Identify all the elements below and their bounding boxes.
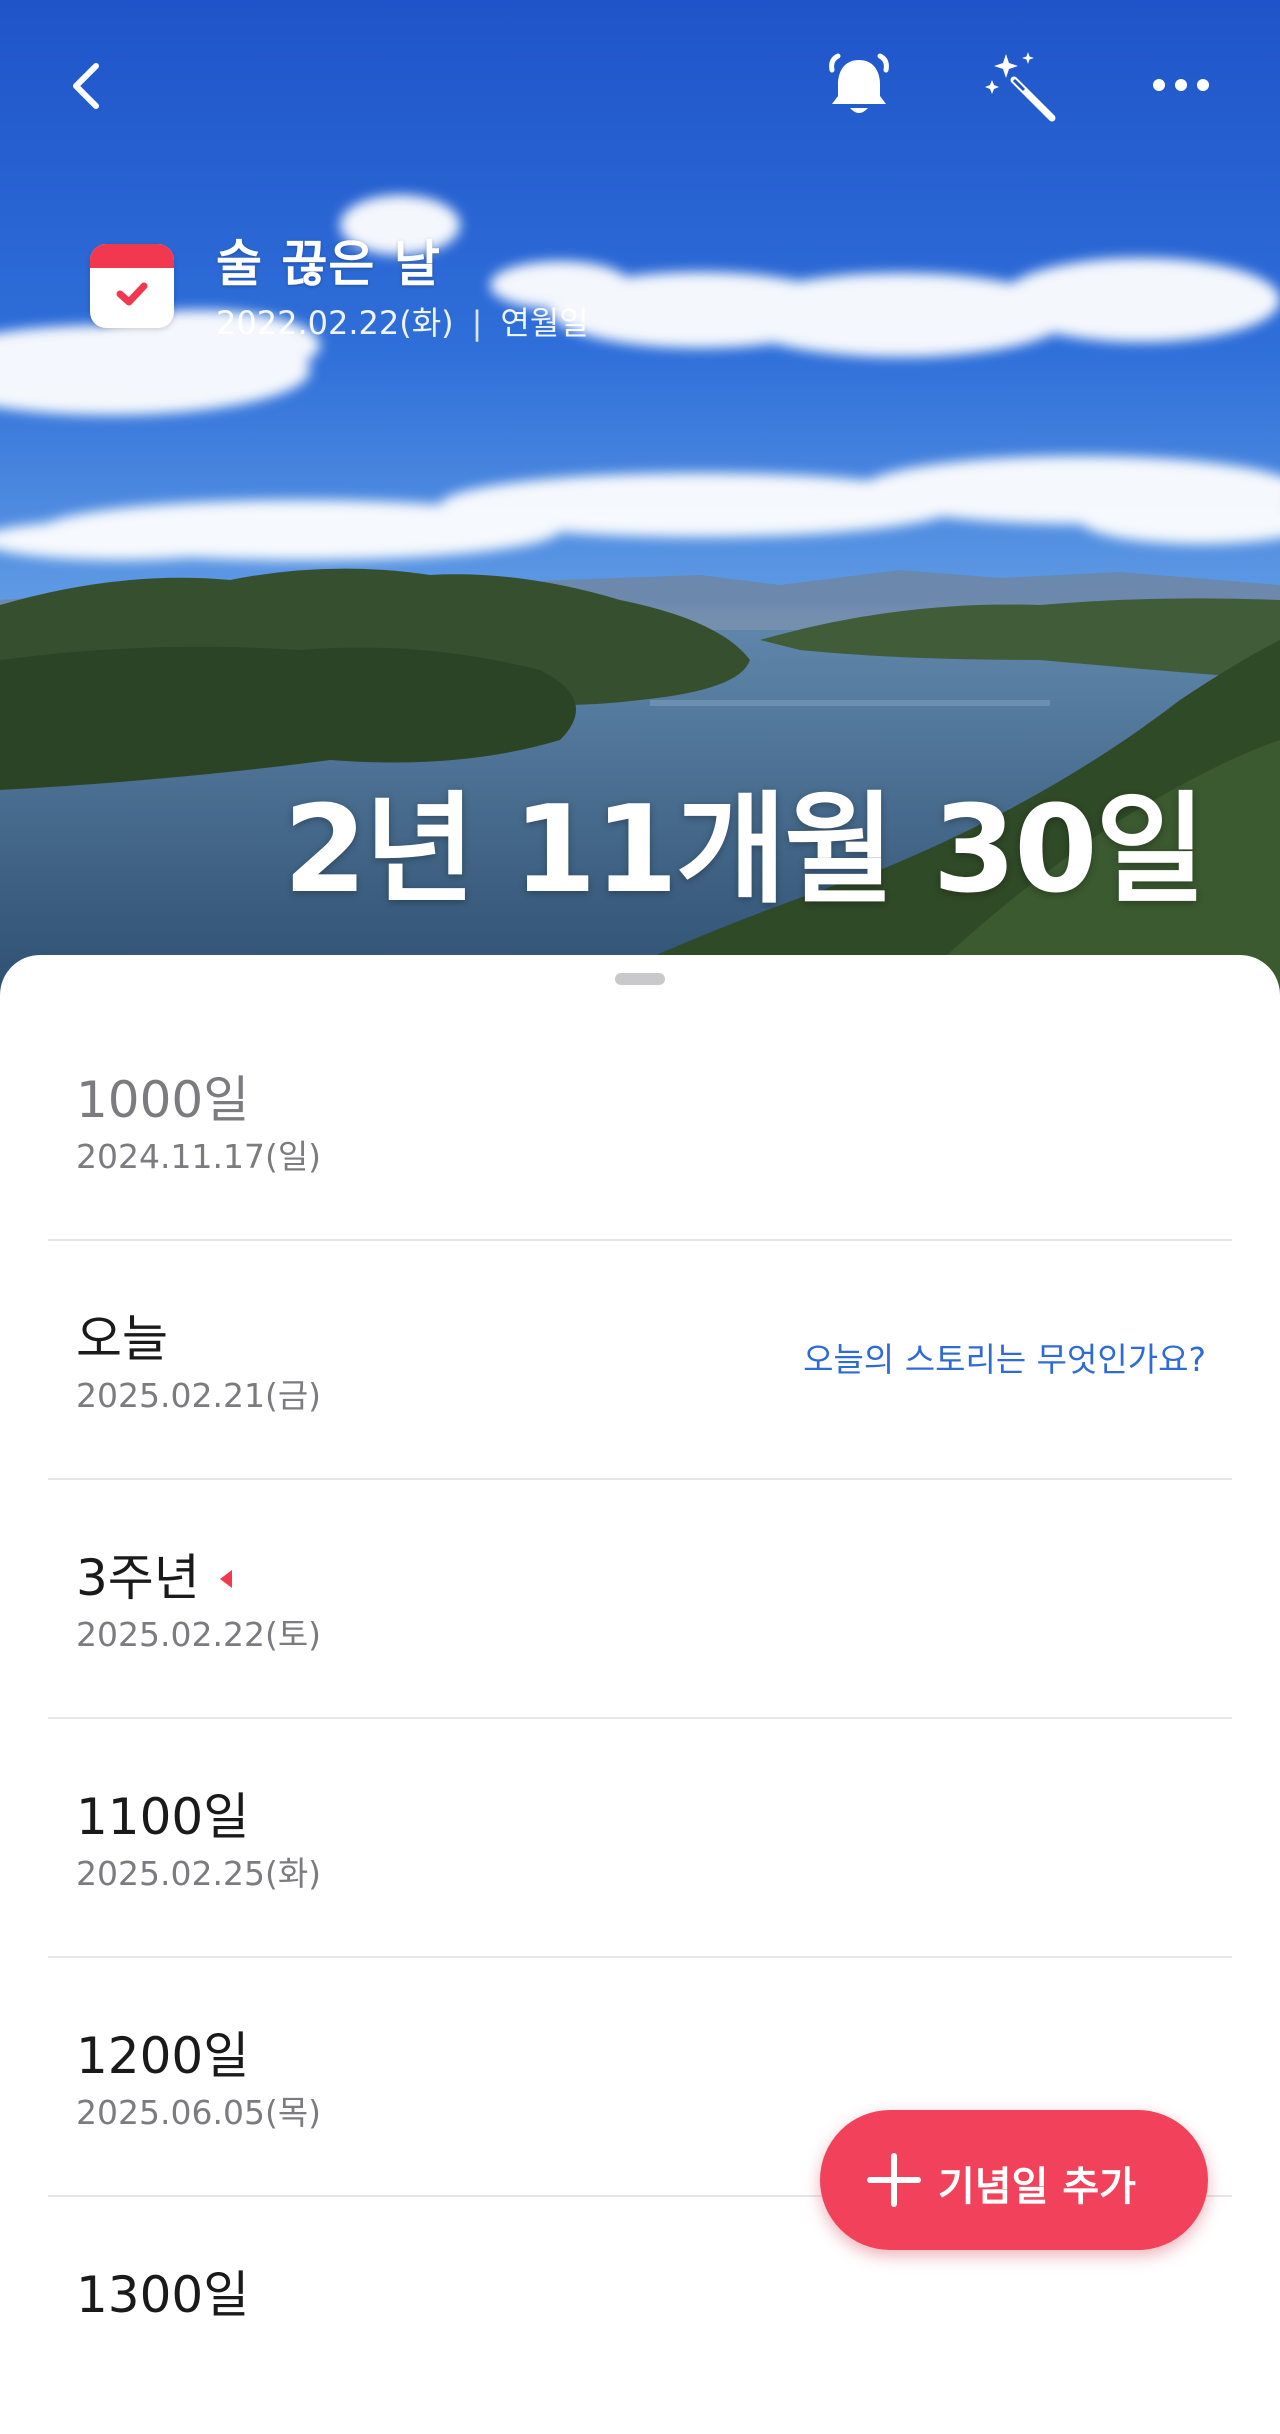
chevron-left-icon[interactable] [62, 56, 110, 116]
event-start-date: 2022.02.22(화) [216, 304, 454, 342]
milestone-date: 2025.02.25(화) [76, 1854, 322, 1893]
magic-wand-icon[interactable] [984, 50, 1060, 126]
today-story-link[interactable]: 오늘의 스토리는 무엇인가요? [803, 1333, 1206, 1381]
milestone-label: 오늘 [76, 1310, 168, 1368]
alarm-bell-icon[interactable] [822, 50, 896, 124]
event-title[interactable]: 술 끊은 날 [216, 224, 441, 296]
hero-banner: 술 끊은 날 2022.02.22(화) | 연월일 2년 11개월 30일 [0, 0, 1280, 1000]
milestone-label-wrap: 3주년 [76, 1538, 234, 1610]
add-anniversary-label: 기념일 추가 [938, 2164, 1136, 2210]
milestone-date: 2025.02.21(금) [76, 1376, 322, 1415]
plus-icon [867, 2153, 921, 2207]
list-item[interactable]: 오늘 2025.02.21(금) 오늘의 스토리는 무엇인가요? [48, 1239, 1232, 1480]
milestone-date: 2025.06.05(목) [76, 2093, 322, 2132]
add-anniversary-button[interactable]: 기념일 추가 [820, 2110, 1208, 2250]
sheet-drag-handle[interactable] [615, 973, 665, 985]
top-bar [0, 0, 1280, 170]
calendar-check-icon [90, 244, 174, 328]
milestone-label: 1300일 [76, 2266, 250, 2324]
milestone-date: 2024.11.17(일) [76, 1137, 322, 1176]
list-item[interactable]: 1000일 2024.11.17(일) [48, 1000, 1232, 1241]
count-mode: 연월일 [500, 304, 589, 342]
more-dots-icon[interactable] [1150, 70, 1212, 100]
milestone-label: 1200일 [76, 2027, 250, 2085]
milestone-label: 1100일 [76, 1788, 250, 1846]
milestone-date: 2025.02.22(토) [76, 1615, 322, 1654]
separator: | [471, 304, 483, 342]
list-item[interactable]: 1100일 2025.02.25(화) [48, 1717, 1232, 1958]
elapsed-counter: 2년 11개월 30일 [283, 781, 1206, 920]
event-subtitle: 2022.02.22(화) | 연월일 [216, 298, 589, 344]
milestone-label: 1000일 [76, 1071, 250, 1129]
red-triangle-icon [219, 1569, 232, 1588]
milestone-label: 3주년 [76, 1549, 200, 1607]
list-item[interactable]: 3주년 2025.02.22(토) [48, 1478, 1232, 1719]
